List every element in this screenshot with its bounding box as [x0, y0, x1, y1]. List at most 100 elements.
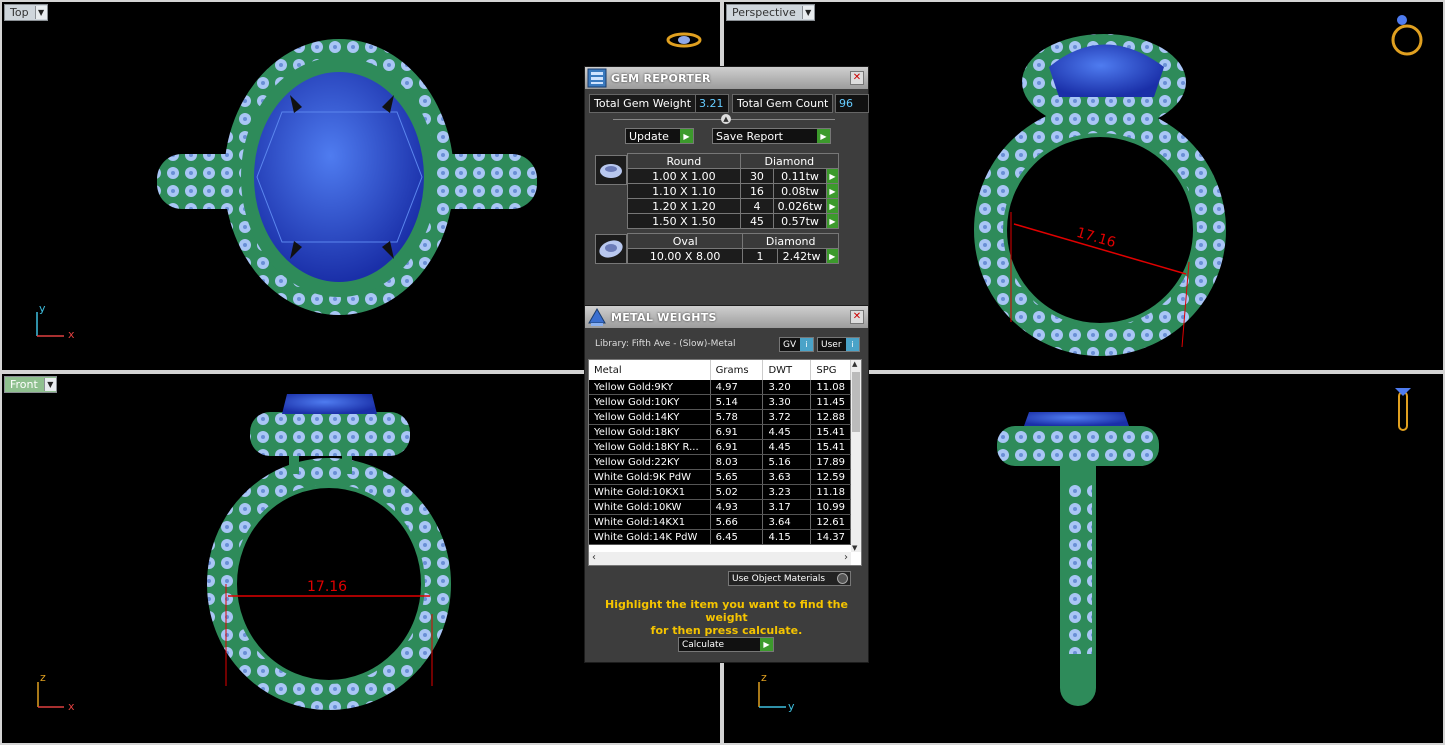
play-icon: ▶	[680, 129, 693, 143]
material-header: Diamond	[742, 233, 839, 249]
oval-diamond-table: Oval Diamond 10.00 X 8.00 1 2.42tw ▶	[626, 233, 839, 264]
vertical-scrollbar[interactable]: ▲ ▼	[851, 360, 861, 552]
dwt-cell: 3.64	[762, 514, 812, 530]
spg-cell: 11.08	[810, 380, 851, 395]
scroll-thumb[interactable]	[852, 372, 860, 432]
spg-cell: 10.99	[810, 499, 851, 515]
column-header-dwt[interactable]: DWT	[762, 360, 812, 380]
round-gem-icon	[600, 164, 622, 178]
spg-cell: 14.37	[810, 529, 851, 545]
select-row-button[interactable]: ▶	[825, 213, 840, 229]
oval-gem-thumbnail	[595, 234, 627, 264]
table-row[interactable]: White Gold:9K PdW 5.65 3.63 12.59	[589, 469, 851, 485]
play-icon: ▶	[817, 129, 830, 143]
viewport-label-top[interactable]: Top ▼	[4, 4, 48, 21]
chevron-left-icon[interactable]: ‹	[592, 552, 596, 563]
gem-reporter-titlebar[interactable]: GEM REPORTER ✕	[585, 67, 868, 89]
round-diamond-table: Round Diamond 1.00 X 1.00 30 0.11tw ▶ 1.…	[627, 153, 840, 229]
dwt-cell: 4.15	[762, 529, 812, 545]
use-object-materials-button[interactable]: Use Object Materials	[728, 571, 851, 586]
info-icon: i	[800, 338, 813, 351]
ring-icon-perspective[interactable]	[1391, 15, 1423, 56]
viewport-label-front[interactable]: Front ▼	[4, 376, 57, 393]
axis-z-label: z	[761, 671, 767, 684]
grams-cell: 6.91	[710, 439, 764, 455]
table-row[interactable]: Yellow Gold:22KY 8.03 5.16 17.89	[589, 454, 851, 470]
gem-report-icon	[587, 68, 607, 88]
select-row-button[interactable]: ▶	[825, 168, 840, 184]
instruction-text: Highlight the item you want to find the …	[605, 598, 848, 637]
metal-weights-titlebar[interactable]: METAL WEIGHTS ✕	[585, 306, 868, 328]
table-row[interactable]: Yellow Gold:18KY R... 6.91 4.45 15.41	[589, 439, 851, 455]
close-icon[interactable]: ✕	[850, 310, 864, 324]
metal-name-cell: Yellow Gold:22KY	[589, 454, 711, 470]
ring-icon-side[interactable]	[1395, 388, 1411, 431]
metal-name-cell: Yellow Gold:18KY R...	[589, 439, 711, 455]
chevron-down-icon[interactable]: ▼	[852, 544, 857, 552]
total-gem-weight-label: Total Gem Weight	[589, 94, 697, 113]
dwt-cell: 4.45	[762, 424, 812, 440]
metal-weights-panel[interactable]: METAL WEIGHTS ✕ Library: Fifth Ave - (Sl…	[584, 305, 869, 663]
calculate-button[interactable]: Calculate ▶	[678, 637, 774, 652]
metal-name-cell: White Gold:9K PdW	[589, 469, 711, 485]
select-row-button[interactable]: ▶	[825, 183, 840, 199]
dwt-cell: 3.30	[762, 394, 812, 410]
table-row[interactable]: Yellow Gold:10KY 5.14 3.30 11.45	[589, 394, 851, 410]
column-header-grams[interactable]: Grams	[710, 360, 764, 380]
horizontal-scrollbar[interactable]: ‹ ›	[589, 552, 851, 565]
dwt-cell: 3.72	[762, 409, 812, 425]
grams-cell: 5.65	[710, 469, 764, 485]
table-row[interactable]: Yellow Gold:9KY 4.97 3.20 11.08	[589, 380, 851, 395]
chevron-right-icon[interactable]: ›	[844, 552, 848, 563]
save-report-button[interactable]: Save Report ▶	[712, 128, 831, 144]
table-row[interactable]: White Gold:10KW 4.93 3.17 10.99	[589, 499, 851, 515]
table-row[interactable]: White Gold:14KX1 5.66 3.64 12.61	[589, 514, 851, 530]
table-row[interactable]: 1.10 X 1.10 16 0.08tw ▶	[627, 183, 840, 199]
column-header-spg[interactable]: SPG	[810, 360, 851, 380]
spg-cell: 11.18	[810, 484, 851, 500]
table-row[interactable]: 10.00 X 8.00 1 2.42tw ▶	[626, 248, 839, 264]
axis-y-label: y	[39, 302, 46, 315]
oval-gem-icon	[599, 240, 623, 258]
chevron-down-icon[interactable]: ▼	[43, 378, 56, 391]
spg-cell: 12.61	[810, 514, 851, 530]
grams-cell: 5.78	[710, 409, 764, 425]
viewport-label-perspective[interactable]: Perspective ▼	[726, 4, 815, 21]
shape-header: Oval	[626, 233, 744, 249]
metal-table[interactable]: Metal Grams DWT SPG Yellow Gold:9KY 4.97 3…	[588, 359, 862, 566]
shape-header: Round	[627, 153, 741, 169]
table-row[interactable]: 1.50 X 1.50 45 0.57tw ▶	[627, 213, 840, 229]
chevron-down-icon[interactable]: ▼	[801, 6, 814, 19]
metal-name-cell: Yellow Gold:18KY	[589, 424, 711, 440]
column-header-metal[interactable]: Metal	[589, 360, 711, 380]
spg-cell: 15.41	[810, 424, 851, 440]
chevron-down-icon[interactable]: ▼	[34, 6, 47, 19]
spg-cell: 12.59	[810, 469, 851, 485]
metal-weights-table: Metal Grams DWT SPG Yellow Gold:9KY 4.97 3…	[589, 360, 851, 545]
grams-cell: 4.93	[710, 499, 764, 515]
play-icon: ▶	[760, 638, 773, 651]
ring-icon-top[interactable]	[666, 32, 702, 48]
grams-cell: 5.02	[710, 484, 764, 500]
dwt-cell: 3.23	[762, 484, 812, 500]
round-gem-thumbnail	[595, 155, 627, 185]
metal-name-cell: White Gold:10KX1	[589, 484, 711, 500]
axis-x-label: x	[68, 700, 75, 713]
select-row-button[interactable]: ▶	[825, 248, 839, 264]
grams-cell: 4.97	[710, 380, 764, 395]
close-icon[interactable]: ✕	[850, 71, 864, 85]
user-toggle[interactable]: User i	[817, 337, 860, 352]
update-button[interactable]: Update ▶	[625, 128, 694, 144]
gem-reporter-panel[interactable]: GEM REPORTER ✕ Total Gem Weight 3.21 Tot…	[584, 66, 869, 308]
table-row[interactable]: Yellow Gold:14KY 5.78 3.72 12.88	[589, 409, 851, 425]
chevron-up-icon[interactable]: ▲	[852, 360, 857, 368]
dwt-cell: 3.20	[762, 380, 812, 395]
table-row[interactable]: 1.20 X 1.20 4 0.026tw ▶	[627, 198, 840, 214]
table-row[interactable]: 1.00 X 1.00 30 0.11tw ▶	[627, 168, 840, 184]
select-row-button[interactable]: ▶	[825, 198, 840, 214]
gv-toggle[interactable]: GV i	[779, 337, 814, 352]
table-row[interactable]: White Gold:14K PdW 6.45 4.15 14.37	[589, 529, 851, 545]
table-row[interactable]: White Gold:10KX1 5.02 3.23 11.18	[589, 484, 851, 500]
table-row[interactable]: Yellow Gold:18KY 6.91 4.45 15.41	[589, 424, 851, 440]
collapse-icon[interactable]: ▲	[721, 114, 731, 124]
